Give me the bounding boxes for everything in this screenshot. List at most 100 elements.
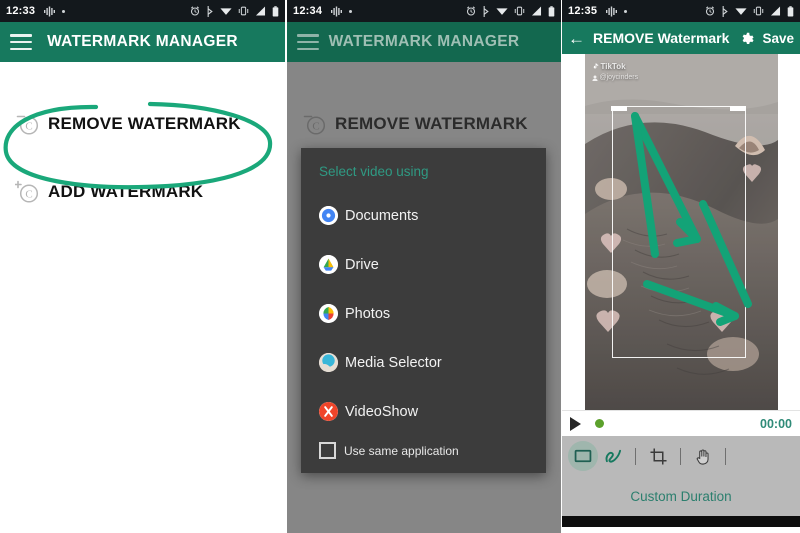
- bluetooth-icon: [721, 5, 729, 17]
- hand-tool-icon[interactable]: [688, 441, 718, 471]
- checkbox-label: Use same application: [344, 443, 459, 458]
- menu-item-add-watermark[interactable]: C ADD WATERMARK: [0, 168, 285, 216]
- svg-text:C: C: [25, 188, 32, 200]
- status-right-icons: [705, 5, 794, 17]
- phone-panel-2: 12:34 WATERMARK MANAGER Select video usi…: [287, 0, 561, 533]
- custom-duration-label[interactable]: Custom Duration: [562, 476, 800, 516]
- dialog-item-photos[interactable]: Photos: [301, 289, 546, 338]
- toolbar-divider: [680, 447, 681, 465]
- watermark-user-row: @joycinders: [591, 73, 639, 82]
- status-bar-2: 12:34: [287, 0, 561, 22]
- alarm-icon: [705, 6, 715, 16]
- remove-copyright-icon: C: [8, 111, 48, 137]
- vibrate-icon: [238, 6, 249, 16]
- dot-icon: [62, 9, 66, 13]
- select-video-dialog: Select video using Documents Drive Photo…: [301, 148, 546, 473]
- battery-icon: [548, 5, 555, 17]
- svg-text:C: C: [25, 120, 32, 132]
- page-title: WATERMARK MANAGER: [328, 33, 520, 50]
- hamburger-icon[interactable]: [297, 34, 319, 50]
- page-title: WATERMARK MANAGER: [47, 33, 238, 50]
- signal-icon: [531, 6, 542, 16]
- status-bar-3: 12:35: [562, 0, 800, 22]
- use-same-application-checkbox[interactable]: Use same application: [301, 436, 546, 473]
- phone-panel-3: 12:35 ← REMOVE Watermark Save TikTok @jo…: [562, 0, 800, 533]
- status-time: 12:35: [568, 5, 598, 17]
- watermark-user: @joycinders: [599, 73, 639, 81]
- drive-app-icon: [319, 255, 338, 274]
- status-time: 12:34: [293, 5, 323, 17]
- signal-icon: [770, 6, 781, 16]
- status-time: 12:33: [6, 5, 36, 17]
- bluetooth-icon: [482, 5, 490, 17]
- editor-toolbar: [562, 436, 800, 476]
- video-frame[interactable]: TikTok @joycinders: [584, 54, 778, 410]
- documents-app-icon: [319, 206, 338, 225]
- dialog-title: Select video using: [319, 164, 429, 179]
- watermark-brand: TikTok: [600, 62, 626, 71]
- menu-spacer: [0, 148, 285, 168]
- android-nav-bar: [562, 516, 800, 527]
- dialog-item-label: Photos: [345, 305, 391, 322]
- vibrate-icon: [514, 6, 525, 16]
- play-icon[interactable]: [570, 416, 581, 431]
- back-arrow-icon[interactable]: ←: [568, 30, 585, 47]
- signal-icon: [255, 6, 266, 16]
- equalizer-icon: [331, 6, 343, 17]
- dialog-item-label: Drive: [345, 256, 379, 273]
- dot-icon: [349, 9, 353, 13]
- wifi-icon: [496, 6, 508, 16]
- screenshot-stage: 12:33 WATERMARK MANAGER C REMOVE WATERMA…: [0, 0, 800, 533]
- gear-icon[interactable]: [740, 31, 755, 45]
- save-button[interactable]: Save: [762, 31, 794, 46]
- dialog-item-drive[interactable]: Drive: [301, 240, 546, 289]
- menu-item-label: ADD WATERMARK: [48, 182, 204, 201]
- menu-item-label: REMOVE WATERMARK: [48, 114, 241, 133]
- phone-panel-1: 12:33 WATERMARK MANAGER C REMOVE WATERMA…: [0, 0, 285, 533]
- watermark-selection-rectangle[interactable]: [611, 105, 746, 358]
- alarm-icon: [190, 6, 200, 16]
- dialog-item-label: Documents: [345, 207, 419, 224]
- scribble-tool-icon[interactable]: [598, 441, 628, 471]
- vibrate-icon: [753, 6, 764, 16]
- app-bar-2: WATERMARK MANAGER: [287, 22, 561, 62]
- playback-bar: 00:00: [562, 410, 800, 436]
- wifi-icon: [220, 6, 232, 16]
- status-left-icons: [44, 6, 66, 17]
- tiktok-watermark: TikTok @joycinders: [591, 62, 639, 82]
- status-right-icons: [466, 5, 555, 17]
- status-left-icons: [331, 6, 353, 17]
- app-bar-1: WATERMARK MANAGER: [0, 22, 285, 62]
- main-menu-list: C REMOVE WATERMARK C ADD WATERMARK: [0, 62, 285, 216]
- hamburger-icon[interactable]: [10, 34, 32, 50]
- dialog-item-videoshow[interactable]: VideoShow: [301, 387, 546, 436]
- bluetooth-icon: [206, 5, 214, 17]
- page-title: REMOVE Watermark: [593, 30, 730, 46]
- timecode-label: 00:00: [760, 416, 792, 431]
- rectangle-tool-icon[interactable]: [568, 441, 598, 471]
- videoshow-app-icon: [319, 402, 338, 421]
- app-bar-3: ← REMOVE Watermark Save: [562, 22, 800, 54]
- record-dot-icon[interactable]: [595, 419, 604, 428]
- media-selector-app-icon: [319, 353, 338, 372]
- photos-app-icon: [319, 304, 338, 323]
- wifi-icon: [735, 6, 747, 16]
- battery-icon: [787, 5, 794, 17]
- dot-icon: [624, 9, 628, 13]
- alarm-icon: [466, 6, 476, 16]
- add-copyright-icon: C: [8, 179, 48, 205]
- video-preview-area: TikTok @joycinders: [562, 54, 800, 410]
- dialog-item-documents[interactable]: Documents: [301, 191, 546, 240]
- dialog-item-media-selector[interactable]: Media Selector: [301, 338, 546, 387]
- equalizer-icon: [606, 6, 618, 17]
- toolbar-divider: [635, 447, 636, 465]
- dialog-item-label: Media Selector: [345, 354, 442, 371]
- checkbox-box[interactable]: [319, 442, 336, 459]
- crop-tool-icon[interactable]: [643, 441, 673, 471]
- person-icon: [591, 75, 598, 81]
- battery-icon: [272, 5, 279, 17]
- equalizer-icon: [44, 6, 56, 17]
- status-bar-1: 12:33: [0, 0, 285, 22]
- menu-item-remove-watermark[interactable]: C REMOVE WATERMARK: [0, 100, 285, 148]
- tiktok-note-icon: [593, 63, 598, 69]
